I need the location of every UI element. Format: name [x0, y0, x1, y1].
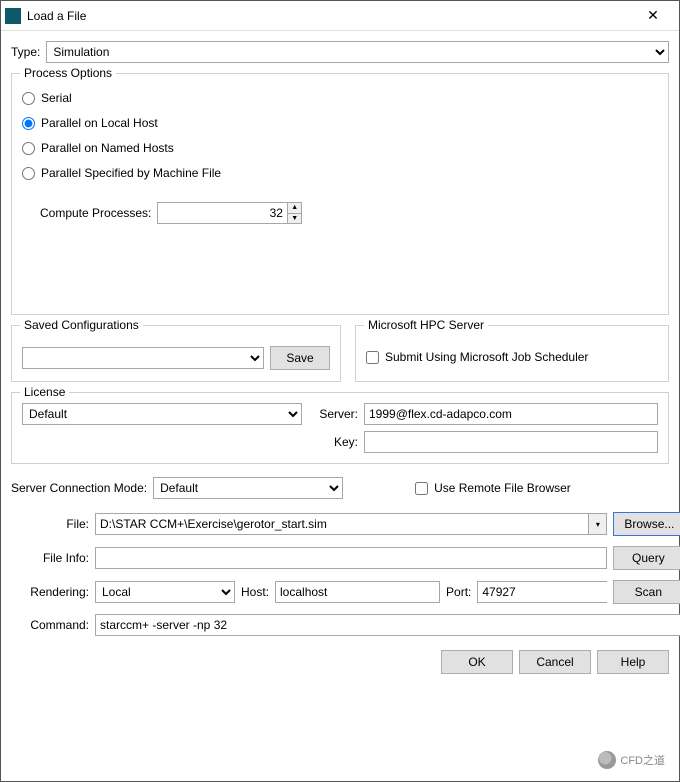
radio-parallel-machine-input[interactable] — [22, 167, 35, 180]
file-info-label: File Info: — [11, 551, 89, 565]
save-button[interactable]: Save — [270, 346, 330, 370]
command-field[interactable] — [95, 614, 680, 636]
browse-button[interactable]: Browse... — [613, 512, 680, 536]
radio-serial-input[interactable] — [22, 92, 35, 105]
compute-processes-label: Compute Processes: — [40, 206, 151, 220]
file-dropdown-caret[interactable]: ▾ — [588, 514, 606, 534]
radio-parallel-local[interactable]: Parallel on Local Host — [22, 112, 658, 134]
help-button[interactable]: Help — [597, 650, 669, 674]
spinner-buttons: ▲ ▼ — [287, 203, 301, 223]
license-key-field — [364, 431, 658, 453]
cancel-button[interactable]: Cancel — [519, 650, 591, 674]
form-grid: File: ▾ Browse... File Info: Query Rende… — [11, 512, 669, 636]
radio-parallel-named-label: Parallel on Named Hosts — [41, 141, 174, 155]
type-row: Type: Simulation — [11, 41, 669, 63]
close-button[interactable]: ✕ — [633, 2, 673, 30]
window-title: Load a File — [27, 9, 633, 23]
radio-parallel-named-input[interactable] — [22, 142, 35, 155]
spinner-up[interactable]: ▲ — [288, 203, 301, 214]
license-key-label: Key: — [308, 435, 358, 449]
port-label: Port: — [446, 585, 471, 599]
conn-mode-select[interactable]: Default — [153, 477, 343, 499]
spinner-down[interactable]: ▼ — [288, 214, 301, 224]
saved-configs-group: Saved Configurations Save — [11, 325, 341, 382]
hpc-group: Microsoft HPC Server Submit Using Micros… — [355, 325, 669, 382]
file-label: File: — [11, 517, 89, 531]
conn-mode-row: Server Connection Mode: Default Use Remo… — [11, 474, 669, 502]
compute-processes-row: Compute Processes: ▲ ▼ — [40, 202, 658, 224]
remote-browser-row[interactable]: Use Remote File Browser — [415, 477, 571, 499]
watermark-text: CFD之道 — [620, 752, 665, 768]
remote-browser-checkbox[interactable] — [415, 482, 428, 495]
app-icon — [5, 8, 21, 24]
rendering-label: Rendering: — [11, 585, 89, 599]
watermark-icon — [598, 751, 616, 769]
file-input[interactable] — [96, 514, 588, 534]
footer-buttons: OK Cancel Help — [11, 646, 669, 674]
license-mode-select[interactable]: Default — [22, 403, 302, 425]
radio-serial[interactable]: Serial — [22, 87, 658, 109]
saved-configs-legend: Saved Configurations — [20, 318, 143, 332]
radio-parallel-local-label: Parallel on Local Host — [41, 116, 158, 130]
command-label: Command: — [11, 618, 89, 632]
type-label: Type: — [11, 45, 40, 59]
rendering-select[interactable]: Local — [95, 581, 235, 603]
conn-mode-label: Server Connection Mode: — [11, 481, 147, 495]
dialog-window: Load a File ✕ Type: Simulation Process O… — [0, 0, 680, 782]
configs-hpc-row: Saved Configurations Save Microsoft HPC … — [11, 325, 669, 382]
watermark: CFD之道 — [598, 751, 665, 769]
license-group: License Default Server: Key: — [11, 392, 669, 464]
license-server-field — [364, 403, 658, 425]
file-info-field[interactable] — [95, 547, 607, 569]
remote-browser-label: Use Remote File Browser — [434, 481, 571, 495]
radio-parallel-machine-label: Parallel Specified by Machine File — [41, 166, 221, 180]
host-field — [275, 581, 440, 603]
ok-button[interactable]: OK — [441, 650, 513, 674]
radio-parallel-named[interactable]: Parallel on Named Hosts — [22, 137, 658, 159]
compute-processes-input[interactable] — [158, 203, 287, 223]
dialog-content: Type: Simulation Process Options Serial … — [1, 31, 679, 781]
license-legend: License — [20, 385, 69, 399]
saved-configs-select[interactable] — [22, 347, 264, 369]
port-combo[interactable]: ▾ — [477, 581, 607, 603]
file-combo[interactable]: ▾ — [95, 513, 607, 535]
titlebar: Load a File ✕ — [1, 1, 679, 31]
radio-parallel-machine[interactable]: Parallel Specified by Machine File — [22, 162, 658, 184]
hpc-checkbox-row[interactable]: Submit Using Microsoft Job Scheduler — [366, 346, 658, 368]
scan-button[interactable]: Scan — [613, 580, 680, 604]
hpc-checkbox-label: Submit Using Microsoft Job Scheduler — [385, 350, 588, 364]
process-options-legend: Process Options — [20, 66, 116, 80]
compute-processes-spinner[interactable]: ▲ ▼ — [157, 202, 302, 224]
type-select[interactable]: Simulation — [46, 41, 669, 63]
radio-parallel-local-input[interactable] — [22, 117, 35, 130]
hpc-checkbox[interactable] — [366, 351, 379, 364]
radio-serial-label: Serial — [41, 91, 72, 105]
hpc-legend: Microsoft HPC Server — [364, 318, 488, 332]
license-server-label: Server: — [308, 407, 358, 421]
rendering-row: Local Host: Port: ▾ — [95, 581, 607, 603]
process-options-group: Process Options Serial Parallel on Local… — [11, 73, 669, 315]
host-label: Host: — [241, 585, 269, 599]
query-button[interactable]: Query — [613, 546, 680, 570]
